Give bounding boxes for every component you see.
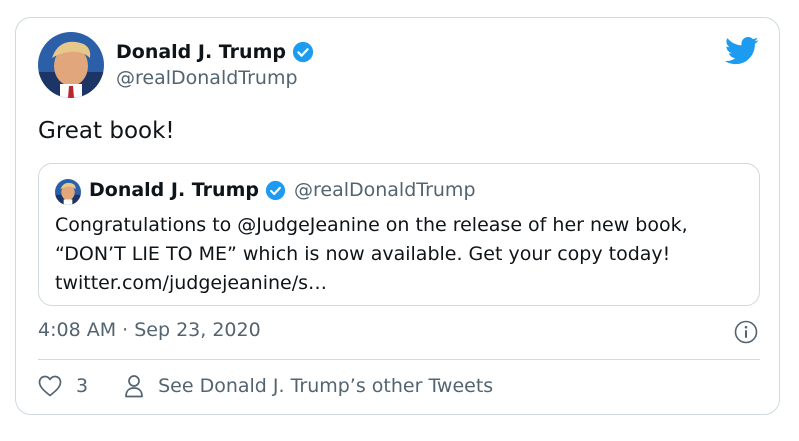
quoted-tweet-text: Congratulations to @JudgeJeanine on the …: [55, 214, 688, 294]
quoted-author-name: Donald J. Trump: [89, 179, 259, 201]
info-icon[interactable]: [734, 320, 758, 344]
tweet-timestamp[interactable]: 4:08 AM · Sep 23, 2020: [38, 319, 261, 341]
person-icon: [124, 374, 144, 398]
divider: [38, 359, 760, 360]
author-avatar[interactable]: [38, 32, 104, 98]
tweet-text: Great book!: [38, 118, 175, 144]
heart-icon: [38, 375, 62, 397]
see-other-tweets-link[interactable]: See Donald J. Trump’s other Tweets: [124, 374, 493, 398]
embedded-tweet-card[interactable]: Donald J. Trump @realDonaldTrump Great b…: [15, 17, 780, 415]
verified-badge-icon: [292, 41, 314, 63]
quoted-tweet[interactable]: Donald J. Trump @realDonaldTrump Congrat…: [38, 163, 760, 306]
like-count: 3: [76, 375, 89, 397]
quoted-author-handle: @realDonaldTrump: [293, 179, 476, 201]
twitter-bird-icon[interactable]: [725, 36, 759, 66]
quoted-author-avatar: [55, 179, 81, 205]
author-handle[interactable]: @realDonaldTrump: [116, 67, 298, 89]
like-button[interactable]: 3: [38, 375, 88, 397]
see-other-tweets-label: See Donald J. Trump’s other Tweets: [158, 375, 494, 397]
verified-badge-icon: [265, 180, 286, 201]
author-name[interactable]: Donald J. Trump: [116, 41, 286, 63]
